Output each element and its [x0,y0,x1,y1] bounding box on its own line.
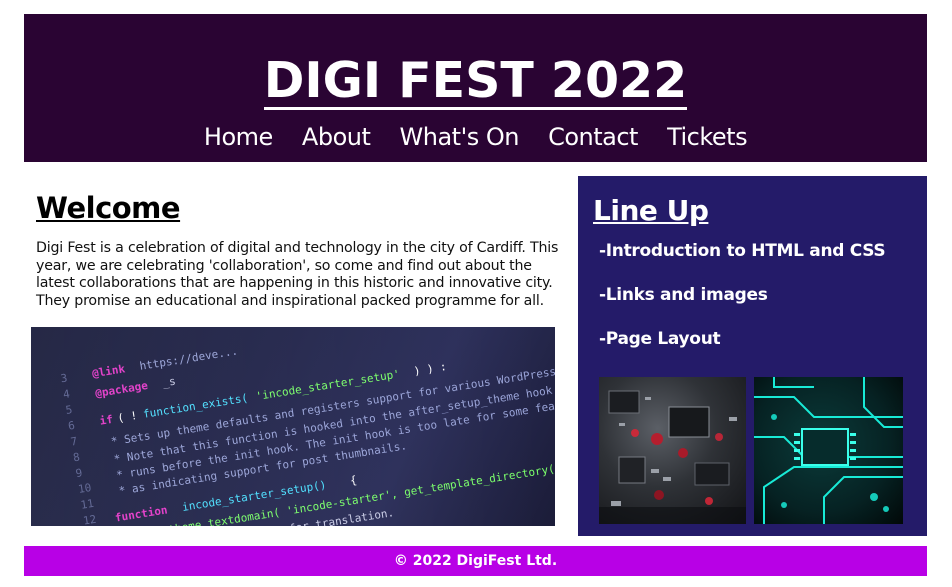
welcome-heading: Welcome [36,191,181,225]
welcome-paragraph-text: Digi Fest is a celebration of digital an… [36,240,559,291]
circuit-board-illustration [599,390,746,524]
nav-about[interactable]: About [302,123,371,151]
glowing-circuit-illustration [754,377,903,524]
nav-contact[interactable]: Contact [548,123,638,151]
circuit-board-image [599,377,746,524]
lineup-panel: Line Up -Introduction to HTML and CSS -L… [578,176,927,536]
glowing-circuit-image [754,377,903,524]
welcome-paragraph: Digi Fest is a celebration of digital an… [36,240,566,310]
code-screenshot-image: 345 678 91011 121314 15 @link https://de… [31,327,555,526]
nav-whats-on[interactable]: What's On [400,123,520,151]
site-footer: © 2022 DigiFest Ltd. [24,546,927,576]
copyright-text: © 2022 DigiFest Ltd. [393,553,558,569]
nav-tickets[interactable]: Tickets [667,123,748,151]
lineup-heading: Line Up [593,194,709,227]
code-illustration: 345 678 91011 121314 15 @link https://de… [31,327,555,526]
site-header: DIGI FEST 2022 Home About What's On Cont… [24,14,927,162]
site-title: DIGI FEST 2022 [263,52,688,110]
lineup-item: -Introduction to HTML and CSS [599,241,886,261]
nav-home[interactable]: Home [204,123,273,151]
welcome-paragraph-text-2: They promise an educational and inspirat… [36,292,544,309]
main-nav: Home About What's On Contact Tickets [24,122,927,152]
lineup-item: -Page Layout [599,329,721,349]
lineup-item: -Links and images [599,285,768,305]
